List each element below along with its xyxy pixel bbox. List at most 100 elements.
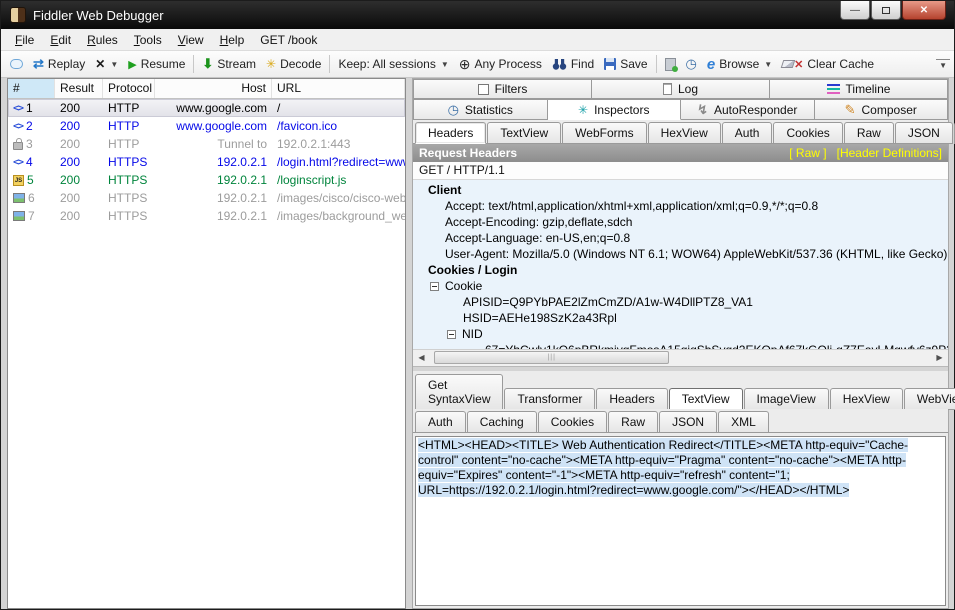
image-icon — [13, 211, 25, 221]
clear-cache-button[interactable]: ✕Clear Cache — [777, 55, 879, 73]
maximize-button[interactable] — [871, 1, 901, 20]
tab-json[interactable]: JSON — [895, 122, 953, 144]
tab-textview[interactable]: TextView — [487, 122, 561, 144]
session-row[interactable]: 7 200 HTTPS 192.0.2.1 /images/background… — [8, 207, 405, 225]
pencil-icon: ✎ — [845, 102, 856, 118]
tab-log[interactable]: Log — [592, 79, 770, 99]
horizontal-scrollbar[interactable]: ◀ ||| ▶ — [413, 349, 948, 366]
collapse-icon[interactable] — [447, 330, 456, 339]
resume-button[interactable]: ▶Resume — [123, 55, 190, 73]
session-row[interactable]: <>4 200 HTTPS 192.0.2.1 /login.html?redi… — [8, 153, 405, 171]
session-row[interactable]: 3 200 HTTP Tunnel to 192.0.2.1:443 — [8, 135, 405, 153]
tab-response-json[interactable]: JSON — [659, 411, 717, 433]
session-row[interactable]: JS5 200 HTTPS 192.0.2.1 /loginscript.js — [8, 171, 405, 189]
menu-view[interactable]: View — [170, 30, 212, 50]
tab-get-syntaxview[interactable]: Get SyntaxView — [415, 374, 503, 410]
timer-button[interactable]: ◷ — [681, 54, 702, 74]
javascript-icon: JS — [13, 175, 24, 186]
tab-raw[interactable]: Raw — [844, 122, 894, 144]
remove-sessions-button[interactable]: ✕▼ — [90, 55, 123, 73]
code-icon: <> — [13, 157, 23, 168]
lock-icon — [13, 142, 23, 150]
floppy-save-icon — [604, 58, 616, 70]
tab-response-textview[interactable]: TextView — [669, 388, 743, 410]
main-area: # Result Protocol Host URL <>1 200 HTTP … — [1, 78, 954, 609]
tab-response-hexview[interactable]: HexView — [830, 388, 903, 410]
stream-button[interactable]: ⬇Stream — [197, 54, 261, 74]
save-button[interactable]: Save — [599, 55, 652, 73]
tab-imageview[interactable]: ImageView — [744, 388, 829, 410]
tab-response-headers[interactable]: Headers — [596, 388, 667, 410]
find-button[interactable]: Find — [547, 55, 599, 73]
scroll-right-arrow-icon[interactable]: ▶ — [931, 350, 948, 365]
lightning-icon: ↯ — [697, 102, 708, 118]
column-header-host[interactable]: Host — [155, 79, 272, 98]
session-row[interactable]: <>2 200 HTTP www.google.com /favicon.ico — [8, 117, 405, 135]
tab-webview[interactable]: WebView — [904, 388, 955, 410]
minimize-button[interactable]: — — [840, 1, 870, 20]
menu-edit[interactable]: Edit — [42, 30, 79, 50]
toolbar-overflow-button[interactable]: ▼ — [936, 59, 950, 70]
menu-get-book[interactable]: GET /book — [252, 30, 325, 50]
replay-button[interactable]: ⇄Replay — [28, 54, 90, 74]
tab-response-raw[interactable]: Raw — [608, 411, 658, 433]
tab-autoresponder[interactable]: ↯AutoResponder — [681, 99, 815, 120]
request-headers-title: Request Headers — [419, 146, 517, 160]
binoculars-icon — [552, 58, 567, 70]
response-textview-body[interactable]: <HTML><HEAD><TITLE> Web Authentication R… — [415, 436, 946, 607]
tab-inspectors[interactable]: ✳Inspectors — [548, 99, 682, 120]
raw-link[interactable]: [ Raw ] — [789, 146, 826, 160]
toolbar-separator — [329, 55, 330, 73]
close-button[interactable]: ✕ — [902, 1, 946, 20]
menu-file[interactable]: File — [7, 30, 42, 50]
inspectors-icon: ✳ — [578, 103, 588, 117]
tab-filters[interactable]: Filters — [413, 79, 592, 99]
tab-caching[interactable]: Caching — [467, 411, 537, 433]
header-section: Cookies / Login — [413, 262, 948, 278]
column-header-number[interactable]: # — [8, 79, 55, 98]
menu-rules[interactable]: Rules — [79, 30, 126, 50]
scrollbar-thumb[interactable]: ||| — [434, 351, 669, 364]
menu-help[interactable]: Help — [212, 30, 253, 50]
code-icon: <> — [13, 121, 23, 132]
decode-button[interactable]: ✳Decode — [261, 55, 326, 73]
comment-button[interactable] — [5, 57, 28, 71]
tab-headers[interactable]: Headers — [415, 122, 486, 144]
browse-button[interactable]: eBrowse▼ — [702, 54, 777, 75]
request-line: GET / HTTP/1.1 — [413, 162, 948, 180]
tab-composer[interactable]: ✎Composer — [815, 99, 949, 120]
collapse-icon[interactable] — [430, 282, 439, 291]
any-process-button[interactable]: ⊕Any Process — [454, 54, 547, 75]
window-controls: — ✕ — [839, 1, 954, 20]
tab-transformer[interactable]: Transformer — [504, 388, 595, 410]
header-tree-node: NID — [413, 326, 948, 342]
header-definitions-link[interactable]: [Header Definitions] — [837, 146, 942, 160]
tab-response-xml[interactable]: XML — [718, 411, 769, 433]
code-icon: <> — [13, 103, 23, 114]
screenshot-button[interactable] — [660, 56, 681, 73]
response-text-selected: <HTML><HEAD><TITLE> Web Authentication R… — [418, 438, 908, 497]
header-line: Accept-Encoding: gzip,deflate,sdch — [413, 214, 948, 230]
column-header-url[interactable]: URL — [272, 79, 405, 98]
window-title: Fiddler Web Debugger — [33, 8, 164, 23]
tab-statistics[interactable]: ◷Statistics — [413, 99, 548, 120]
column-header-result[interactable]: Result — [55, 79, 103, 98]
scroll-left-arrow-icon[interactable]: ◀ — [413, 350, 430, 365]
fiddler-app-icon — [10, 7, 26, 23]
tab-cookies[interactable]: Cookies — [773, 122, 842, 144]
title-bar: Fiddler Web Debugger — ✕ — [1, 1, 954, 29]
tab-response-auth[interactable]: Auth — [415, 411, 466, 433]
checkbox-icon — [478, 84, 489, 95]
tab-auth[interactable]: Auth — [722, 122, 773, 144]
tab-hexview[interactable]: HexView — [648, 122, 721, 144]
tab-timeline[interactable]: Timeline — [770, 79, 948, 99]
chevron-down-icon: ▼ — [110, 60, 118, 69]
tab-response-cookies[interactable]: Cookies — [538, 411, 607, 433]
session-row[interactable]: 6 200 HTTPS 192.0.2.1 /images/cisco/cisc… — [8, 189, 405, 207]
tab-webforms[interactable]: WebForms — [562, 122, 646, 144]
header-line: APISID=Q9PYbPAE2lZmCmZD/A1w-W4DllPTZ8_VA… — [413, 294, 948, 310]
session-row[interactable]: <>1 200 HTTP www.google.com / — [8, 99, 405, 117]
column-header-protocol[interactable]: Protocol — [103, 79, 155, 98]
keep-sessions-dropdown[interactable]: Keep: All sessions▼ — [333, 55, 453, 73]
menu-tools[interactable]: Tools — [126, 30, 170, 50]
